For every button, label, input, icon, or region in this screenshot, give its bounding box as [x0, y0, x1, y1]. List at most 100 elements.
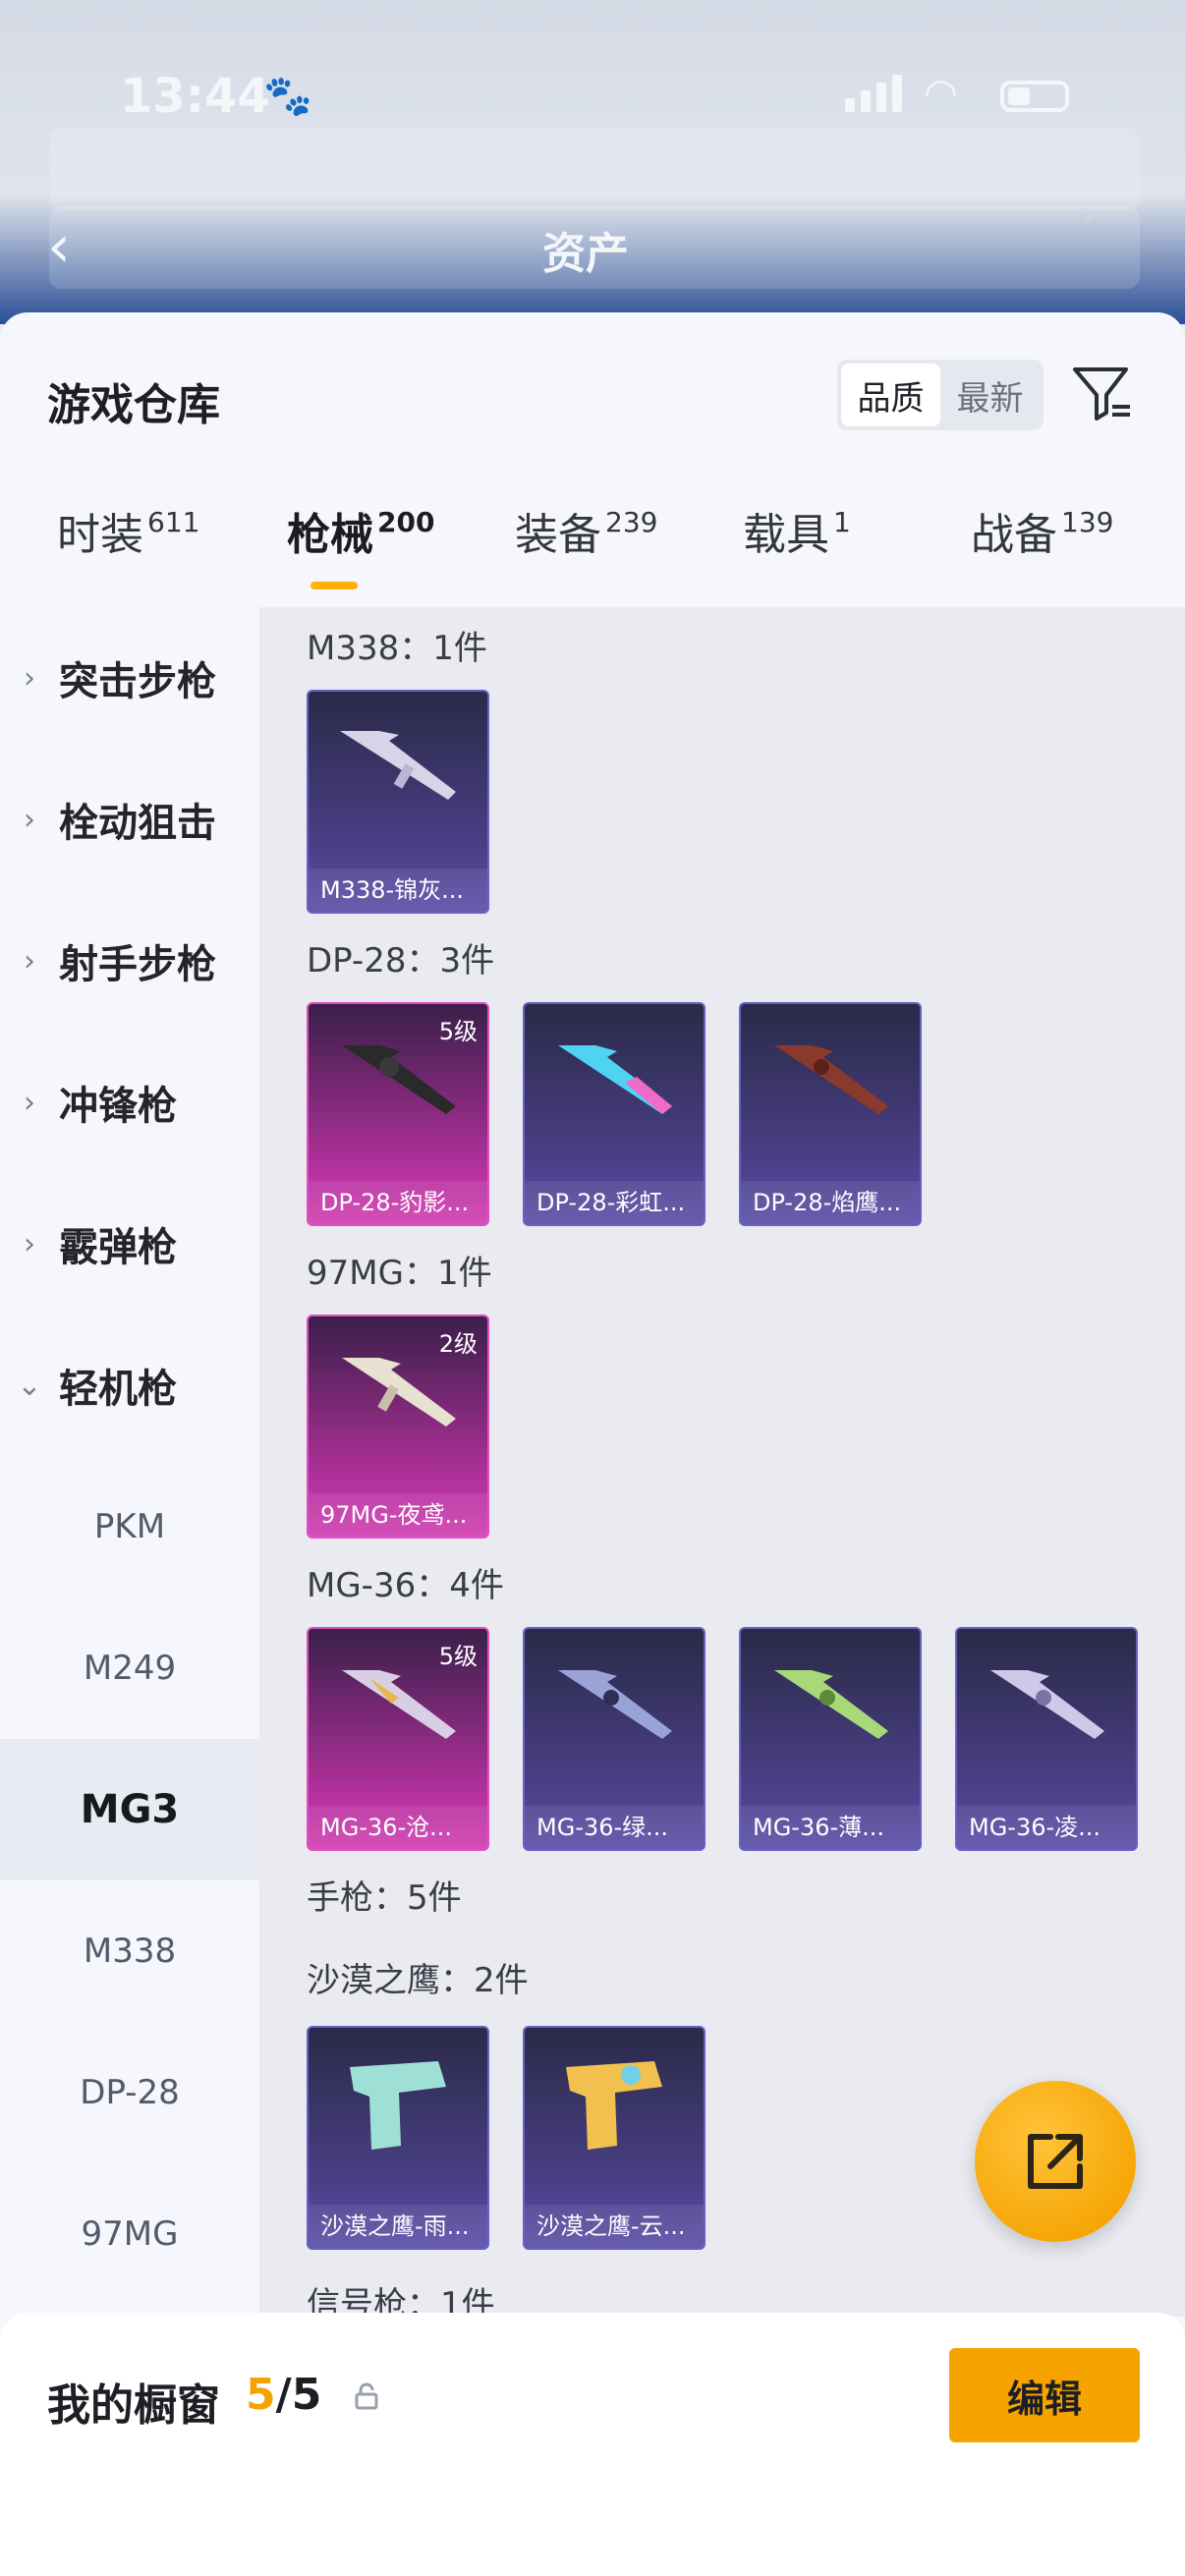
rifle-icon	[340, 731, 456, 800]
weapon-card[interactable]: 5级 MG-36-沧...	[307, 1627, 489, 1851]
active-tab-indicator	[310, 582, 358, 589]
chevron-right-icon: ›	[24, 1226, 35, 1261]
status-time: 13:44	[120, 69, 270, 124]
warehouse-sheet: 游戏仓库 品质 最新 时装 611 枪械 200 装备 239 载具 1 战备 139	[0, 312, 1185, 2576]
showcase-count: 5/5	[246, 2370, 321, 2420]
showcase-bar: 我的橱窗 5/5 编辑	[0, 2313, 1185, 2576]
rifle-icon	[990, 1670, 1104, 1739]
weapon-name: DP-28-焰鹰...	[741, 1181, 920, 1224]
category-label: 栓动狙击	[59, 801, 216, 846]
weapon-card[interactable]: M338-锦灰...	[307, 690, 489, 914]
group-title: 97MG：1件	[307, 1254, 492, 1293]
tab-label: 战备	[971, 510, 1057, 560]
showcase-current: 5	[246, 2370, 276, 2420]
weapon-category-nav: › 突击步枪 › 栓动狙击 › 射手步枪 › 冲锋枪 › 霰弹枪 ⌄ 轻机枪 P…	[0, 607, 259, 2330]
tab-count: 239	[605, 506, 658, 538]
weapon-card[interactable]: MG-36-绿...	[523, 1627, 705, 1851]
battery-icon	[1000, 81, 1069, 112]
group-title: 沙漠之鹰：2件	[307, 1961, 529, 2000]
wifi-icon: ◠	[924, 71, 958, 116]
level-badge: 5级	[438, 1643, 478, 1670]
tab-count: 1	[833, 506, 851, 538]
chevron-right-icon: ›	[24, 660, 35, 696]
tab-combat-gear[interactable]: 战备 139	[971, 499, 1113, 562]
weapon-name: MG-36-凌...	[957, 1806, 1136, 1849]
chevron-right-icon: ›	[24, 943, 35, 979]
tab-equipment[interactable]: 装备 239	[515, 499, 657, 562]
sort-quality-option[interactable]: 品质	[841, 364, 940, 426]
group-title: DP-28：3件	[307, 941, 495, 980]
tab-vehicles[interactable]: 载具 1	[743, 499, 851, 562]
share-icon	[1028, 2134, 1083, 2189]
background-header: 13:44 🐾 ◠ ‹ 资产 ›	[0, 0, 1185, 324]
share-button[interactable]	[975, 2081, 1136, 2242]
chevron-right-icon: ›	[24, 802, 35, 837]
tab-firearms[interactable]: 枪械 200	[287, 499, 434, 562]
page-title: 资产	[542, 229, 629, 279]
group-title: M338：1件	[307, 629, 487, 668]
rifle-icon	[774, 1045, 888, 1114]
category-label: 突击步枪	[59, 659, 216, 704]
showcase-total: /5	[275, 2370, 322, 2420]
edit-button[interactable]: 编辑	[949, 2348, 1140, 2442]
category-label: 霰弹枪	[59, 1225, 177, 1270]
rifle-icon	[558, 1045, 672, 1114]
pistol-icon	[350, 2061, 446, 2150]
category-bolt-sniper[interactable]: › 栓动狙击	[0, 749, 259, 890]
weapon-name: 沙漠之鹰-雨...	[309, 2205, 487, 2248]
category-label: 射手步枪	[59, 942, 216, 987]
level-badge: 5级	[438, 1018, 478, 1045]
weapon-card[interactable]: 2级 97MG-夜鸢...	[307, 1315, 489, 1539]
weapon-card[interactable]: DP-28-焰鹰...	[739, 1002, 922, 1226]
sort-toggle: 品质 最新	[837, 360, 1044, 430]
category-smg[interactable]: › 冲锋枪	[0, 1032, 259, 1173]
subcategory-m338[interactable]: M338	[0, 1880, 259, 2022]
weapon-card[interactable]: DP-28-彩虹...	[523, 1002, 705, 1226]
category-label: 轻机枪	[59, 1367, 177, 1412]
weapon-name: DP-28-豹影...	[309, 1181, 487, 1224]
category-marksman-rifle[interactable]: › 射手步枪	[0, 890, 259, 1032]
category-shotgun[interactable]: › 霰弹枪	[0, 1173, 259, 1315]
subcategory-mg3[interactable]: MG3	[0, 1739, 259, 1880]
tab-label: 载具	[743, 510, 829, 560]
weapon-name: MG-36-薄...	[741, 1806, 920, 1849]
sort-latest-option[interactable]: 最新	[940, 364, 1040, 426]
rifle-icon	[774, 1670, 888, 1739]
weapon-name: MG-36-绿...	[525, 1806, 704, 1849]
category-tabs: 时装 611 枪械 200 装备 239 载具 1 战备 139	[0, 499, 1185, 607]
level-badge: 2级	[438, 1330, 478, 1358]
subcategory-m249[interactable]: M249	[0, 1597, 259, 1739]
showcase-label: 我的橱窗	[47, 2380, 220, 2431]
weapon-card[interactable]: 5级 DP-28-豹影...	[307, 1002, 489, 1226]
category-assault-rifle[interactable]: › 突击步枪	[0, 607, 259, 749]
tab-fashion[interactable]: 时装 611	[57, 499, 199, 562]
weapon-name: MG-36-沧...	[309, 1806, 487, 1849]
chevron-right-icon: ›	[1081, 193, 1097, 236]
subcategory-pkm[interactable]: PKM	[0, 1456, 259, 1597]
filter-icon	[1073, 367, 1130, 420]
group-title: 手枪：5件	[307, 1878, 462, 1918]
weapon-card[interactable]: 沙漠之鹰-雨...	[307, 2026, 489, 2250]
category-lmg[interactable]: ⌄ 轻机枪	[0, 1315, 259, 1456]
paw-icon: 🐾	[263, 74, 312, 119]
back-button[interactable]: ‹	[47, 212, 71, 281]
group-title: 信号枪：1件	[307, 2285, 495, 2317]
group-title: MG-36：4件	[307, 1566, 504, 1605]
category-label: 冲锋枪	[59, 1084, 177, 1129]
weapon-card[interactable]: MG-36-薄...	[739, 1627, 922, 1851]
tab-label: 时装	[57, 510, 143, 560]
weapon-name: 97MG-夜鸢...	[309, 1493, 487, 1537]
weapon-card[interactable]: MG-36-凌...	[955, 1627, 1138, 1851]
sheet-title: 游戏仓库	[47, 380, 220, 430]
weapon-card[interactable]: 沙漠之鹰-云...	[523, 2026, 705, 2250]
filter-button[interactable]	[1071, 362, 1134, 424]
chevron-right-icon: ›	[24, 1085, 35, 1120]
subcategory-97mg[interactable]: 97MG	[0, 2163, 259, 2305]
signal-icon	[845, 75, 902, 112]
pistol-icon	[566, 2061, 662, 2150]
tab-count: 611	[147, 506, 200, 538]
weapon-name: DP-28-彩虹...	[525, 1181, 704, 1224]
tab-count: 200	[377, 506, 435, 538]
tab-count: 139	[1061, 506, 1114, 538]
subcategory-dp28[interactable]: DP-28	[0, 2022, 259, 2163]
